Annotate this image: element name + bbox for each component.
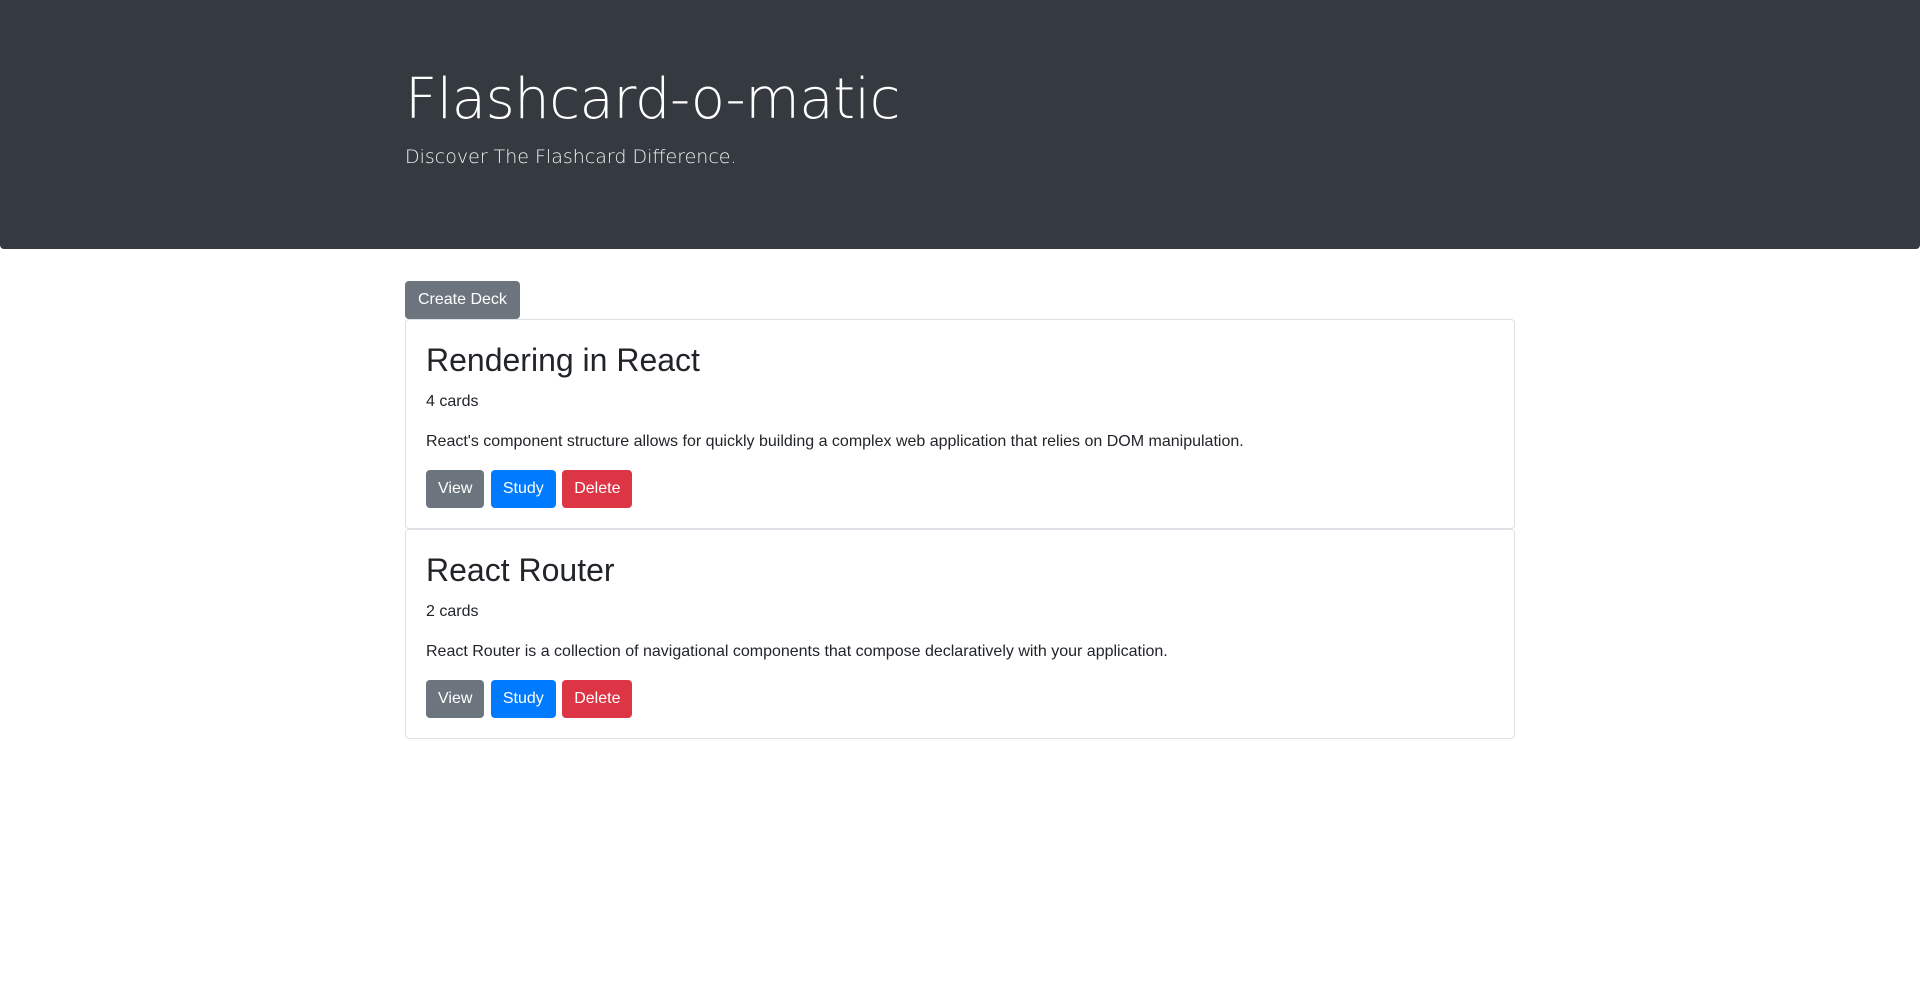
view-deck-button[interactable]: View bbox=[426, 680, 485, 718]
deck-list: Rendering in React 4 cards React's compo… bbox=[405, 319, 1515, 739]
deck-description: React's component structure allows for q… bbox=[426, 433, 1244, 450]
deck-card-count: 2 cards bbox=[426, 603, 479, 620]
view-deck-button[interactable]: View bbox=[426, 470, 485, 508]
deck-description: React Router is a collection of navigati… bbox=[426, 643, 1168, 660]
create-deck-button[interactable]: Create Deck bbox=[405, 281, 520, 319]
delete-deck-button[interactable]: Delete bbox=[562, 680, 633, 718]
delete-deck-button[interactable]: Delete bbox=[562, 470, 633, 508]
header-content: Flashcard-o-matic Discover The Flashcard… bbox=[405, 64, 900, 169]
deck-actions: View Study Delete bbox=[426, 680, 1494, 718]
main-content: Create Deck Rendering in React 4 cards R… bbox=[405, 281, 1515, 739]
deck-card-count: 4 cards bbox=[426, 393, 479, 410]
deck-title: Rendering in React bbox=[426, 342, 700, 378]
study-deck-button[interactable]: Study bbox=[490, 470, 556, 508]
deck-actions: View Study Delete bbox=[426, 470, 1494, 508]
app-title: Flashcard-o-matic bbox=[405, 67, 900, 132]
app-tagline: Discover The Flashcard Difference. bbox=[405, 146, 737, 168]
deck-card: Rendering in React 4 cards React's compo… bbox=[405, 319, 1515, 529]
deck-title: React Router bbox=[426, 552, 615, 588]
site-header: Flashcard-o-matic Discover The Flashcard… bbox=[0, 0, 1920, 249]
study-deck-button[interactable]: Study bbox=[490, 680, 556, 718]
deck-card: React Router 2 cards React Router is a c… bbox=[405, 529, 1515, 739]
